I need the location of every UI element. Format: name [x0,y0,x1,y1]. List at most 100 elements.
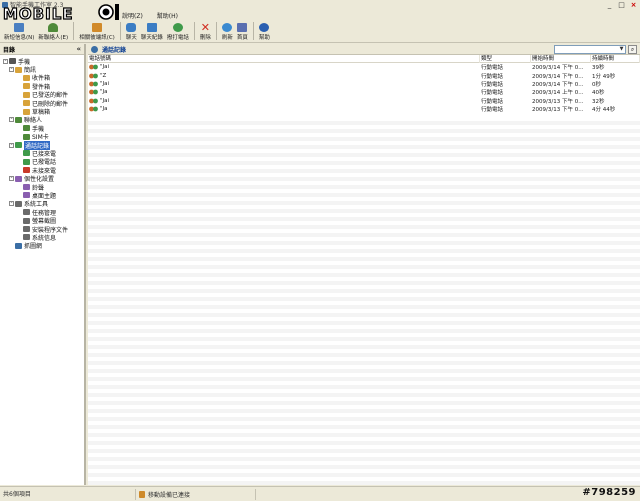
folder-icon [23,184,30,191]
content-pane: 通話記錄 ▼ ⌕ 電話號碼 類型 開始時間 持續時間 "Jai 行動電話 2009/… [88,44,640,485]
column-header-duration[interactable]: 持續時間 [591,54,640,63]
cell-duration: 40秒 [592,90,605,97]
call-icon [89,106,98,112]
column-header-type[interactable]: 類型 [480,54,531,63]
cell-start-time: 2009/3/13 下午 0... [532,98,584,105]
cell-start-time: 2009/3/14 上午 0... [532,90,584,97]
folder-icon [23,209,30,216]
expander-icon[interactable]: - [9,201,14,207]
folder-icon [23,83,30,90]
menu-item-help[interactable]: 幫助(H) [157,11,178,20]
minimize-button[interactable]: _ [605,1,614,9]
chat-button[interactable]: 聊天 [124,21,139,41]
device-icon [139,490,145,498]
chat-log-label: 聊天紀錄 [140,35,163,41]
table-row[interactable]: "Ja 行動電話 2009/3/14 上午 0... 40秒 [88,88,640,96]
dial-label: 撥打電話 [166,35,189,41]
cell-duration: 32秒 [592,98,605,105]
toolbar-separator [193,22,195,40]
phone-number: "Jai [100,80,110,87]
cell-number: "Z [88,73,480,79]
refresh-label: 刷新 [221,35,233,41]
column-header-start[interactable]: 開始時間 [531,54,591,63]
search-button[interactable]: ⌕ [628,45,637,54]
new-contact-icon [48,23,59,32]
folder-icon [23,74,30,81]
tree-node[interactable]: - 手機 [0,57,84,66]
call-icon [89,73,98,79]
chat-icon [126,23,137,32]
chat-log-button[interactable]: 聊天紀錄 [139,21,165,41]
expander-icon[interactable]: - [9,67,14,73]
folder-icon [23,158,30,165]
cell-type: 行動電話 [481,73,504,80]
table-row[interactable]: "Jai 行動電話 2009/3/14 下午 0... 0秒 [88,80,640,88]
folder-icon [23,150,30,157]
new-sms-button[interactable]: 新短信息(N) [2,21,36,41]
table-row[interactable]: "Ja 行動電話 2009/3/13 下午 0... 4分 44秒 [88,105,640,113]
folder-icon [23,226,30,232]
navigation-header: 目錄 « [0,44,84,55]
collapse-pane-button[interactable]: « [76,45,81,53]
item-count: 共6個項目 [0,488,136,500]
refresh-button[interactable]: 刷新 [220,21,235,41]
new-sms-icon [14,23,25,32]
phone-number: "Z [100,72,107,79]
call-log-icon [91,45,98,53]
filter-dropdown[interactable]: ▼ [554,45,626,54]
dial-button[interactable]: 撥打電話 [165,21,191,41]
new-sms-label: 新短信息(N) [4,35,35,41]
toolbar-separator [119,22,121,40]
device-status-text: 移動設備已連接 [148,491,191,499]
column-header-number[interactable]: 電話號碼 [88,54,480,63]
cell-type: 行動電話 [481,81,504,88]
folder-tree: - 手機 - 簡訊 收件箱 發件箱 已發送的郵件 已刪除的郵件 草稿箱 - 聯絡人 手機 SIM卡 - 通話… [0,55,84,250]
cell-duration: 1分 49秒 [592,73,616,80]
folder-icon [23,133,30,140]
delete-button[interactable]: ✕ 刪除 [198,21,213,41]
chat-label: 聊天 [125,35,137,41]
phone-number: "Ja [100,89,108,96]
call-icon [89,89,98,95]
table-row[interactable]: "Jai 行動電話 2009/3/13 下午 0... 32秒 [88,97,640,105]
content-header: 通話記錄 ▼ ⌕ [88,44,640,55]
cell-type: 行動電話 [481,98,504,105]
table-row[interactable]: "Jai 行動電話 2009/3/14 下午 0... 39秒 [88,63,640,71]
cell-start-time: 2009/3/14 下午 0... [532,73,584,80]
new-contact-button[interactable]: 新聯絡人(E) [36,21,70,41]
folder-icon [23,125,30,132]
call-icon [89,64,98,70]
home-label: 首頁 [236,35,248,41]
folder-icon [23,91,30,98]
phone-number: "Ja [100,106,108,113]
folder-icon [23,217,30,224]
chat-log-icon [146,23,157,32]
home-button[interactable]: 首頁 [235,21,250,41]
cell-start-time: 2009/3/14 下午 0... [532,81,584,88]
help-button[interactable]: 幫助 [257,21,272,41]
tree-node[interactable]: 抓圖網 [0,242,84,250]
expander-icon[interactable]: - [9,176,14,182]
menu-bar: 說明(Z) 幫助(H) [0,9,640,21]
expander-icon[interactable]: - [9,142,14,148]
folder-icon [15,142,22,149]
contacts-label: 相關彼端訊(C) [79,35,115,41]
content-title: 通話記錄 [102,46,127,54]
toolbar-separator [73,22,75,40]
phone-number: "Jai [100,97,110,104]
expander-icon[interactable]: - [9,117,14,123]
delete-label: 刪除 [199,35,211,41]
close-button[interactable]: × [629,1,638,9]
help-label: 幫助 [258,35,270,41]
cell-number: "Jai [88,81,480,87]
expander-icon[interactable]: - [3,58,8,64]
folder-icon [9,58,16,65]
contacts-button[interactable]: 相關彼端訊(C) [77,21,117,41]
cell-type: 行動電話 [481,90,504,97]
table-row[interactable]: "Z 行動電話 2009/3/14 下午 0... 1分 49秒 [88,71,640,80]
maximize-button[interactable]: □ [617,1,626,9]
call-icon [89,81,98,87]
menu-item-view[interactable]: 說明(Z) [122,11,143,20]
cell-type: 行動電話 [481,107,504,114]
cell-number: "Ja [88,106,480,112]
